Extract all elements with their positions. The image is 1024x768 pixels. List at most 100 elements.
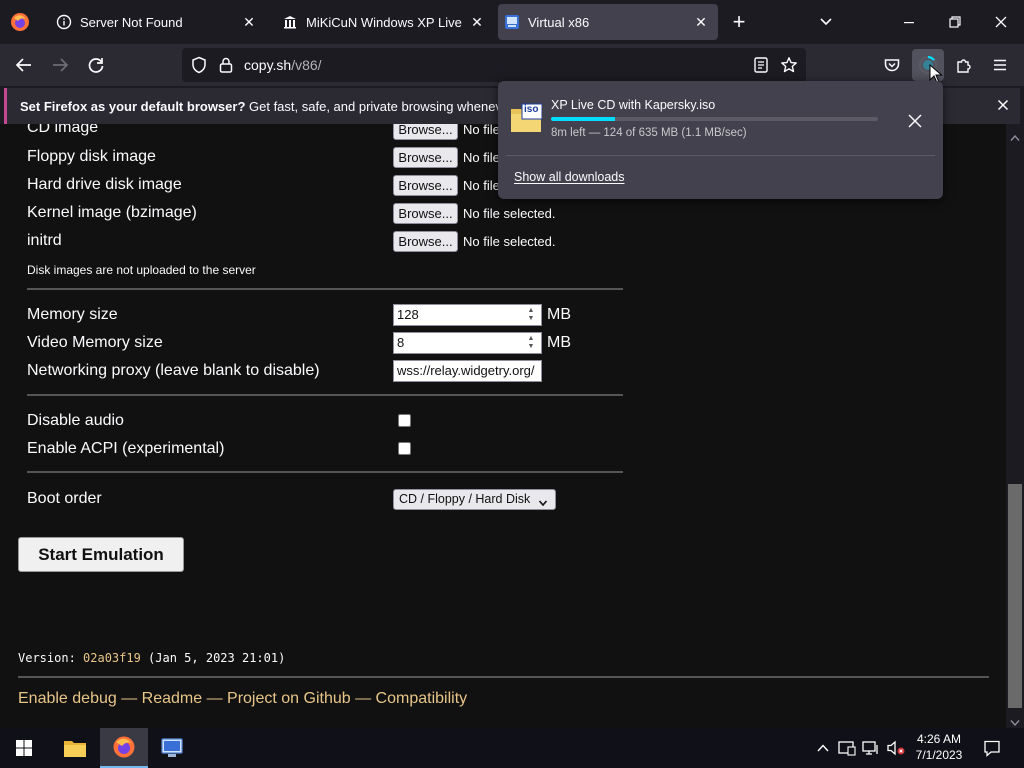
back-button[interactable] [8, 49, 40, 81]
footer-separator: — [350, 690, 376, 707]
memory-unit: MB [547, 306, 571, 323]
reader-view-icon[interactable] [752, 56, 770, 74]
app-menu-button[interactable] [984, 49, 1016, 81]
page-content: CD image Browse... No file Floppy disk i… [0, 124, 1006, 728]
shield-icon[interactable] [190, 56, 208, 74]
compatibility-link[interactable]: Compatibility [376, 690, 468, 707]
network-icon[interactable] [862, 740, 880, 756]
url-text[interactable]: copy.sh/v86/ [244, 57, 322, 73]
chevron-up-icon[interactable] [816, 741, 830, 755]
divider [506, 155, 935, 156]
floppy-status: No file [463, 150, 500, 165]
iso-file-icon: iso [510, 103, 543, 133]
tab-title: Server Not Found [80, 14, 183, 30]
forward-button[interactable] [44, 49, 76, 81]
enable-acpi-checkbox[interactable] [398, 442, 411, 455]
github-link[interactable]: Project on Github [227, 690, 351, 707]
video-memory-value: 8 [397, 335, 405, 350]
boot-order-label: Boot order [27, 490, 102, 507]
tab-title: Virtual x86 [528, 14, 590, 30]
page-scrollbar[interactable] [1006, 124, 1024, 728]
scroll-up-icon[interactable] [1010, 129, 1020, 141]
url-host: copy.sh [244, 57, 292, 73]
taskbar-clock[interactable]: 4:26 AM 7/1/2023 [912, 731, 966, 763]
spinner-icon[interactable]: ▲ ▼ [524, 307, 538, 323]
clock-time: 4:26 AM [916, 732, 962, 746]
hard-drive-image-label: Hard drive disk image [27, 176, 182, 193]
network-proxy-value: wss://relay.widgetry.org/ [397, 363, 535, 378]
network-proxy-input[interactable]: wss://relay.widgetry.org/ [393, 360, 542, 382]
minimize-icon[interactable] [900, 12, 918, 32]
clock-date: 7/1/2023 [915, 748, 963, 762]
iso-badge-label: iso [524, 104, 539, 115]
video-memory-label: Video Memory size [27, 334, 163, 351]
notification-message: Set Firefox as your default browser? Get… [20, 99, 555, 114]
version-hash[interactable]: 02a03f19 [83, 651, 141, 665]
kernel-image-label: Kernel image (bzimage) [27, 204, 197, 221]
scroll-thumb[interactable] [1008, 484, 1022, 708]
cancel-download-icon[interactable] [903, 109, 927, 133]
lock-icon[interactable] [218, 56, 234, 74]
remote-desktop-icon[interactable] [148, 728, 196, 768]
cd-image-browse-button[interactable]: Browse... [393, 124, 458, 140]
firefox-menu-icon[interactable] [10, 12, 30, 32]
spinner-icon[interactable]: ▲ ▼ [524, 335, 538, 351]
divider [27, 394, 623, 396]
show-all-downloads-button[interactable]: Show all downloads [514, 170, 625, 184]
enable-debug-link[interactable]: Enable debug [18, 690, 117, 707]
tab-title: MiKiCuN Windows XP Live CD · [306, 14, 466, 30]
notifications-icon[interactable] [983, 739, 1001, 757]
list-tabs-icon[interactable] [816, 12, 836, 32]
kernel-browse-button[interactable]: Browse... [393, 203, 458, 224]
hard-drive-status: No file [463, 178, 500, 193]
cd-image-label: CD image [27, 124, 99, 136]
pocket-button[interactable] [876, 49, 908, 81]
start-button[interactable] [0, 728, 48, 768]
firefox-taskbar-icon[interactable] [100, 728, 148, 768]
initrd-label: initrd [27, 232, 62, 249]
initrd-browse-button[interactable]: Browse... [393, 231, 458, 252]
windows-taskbar: 4:26 AM 7/1/2023 [0, 728, 1024, 768]
close-window-icon[interactable] [992, 12, 1010, 32]
tab-server-not-found[interactable]: Server Not Found ✕ [44, 4, 266, 40]
scroll-down-icon[interactable] [1010, 714, 1020, 727]
download-file-name[interactable]: XP Live CD with Kapersky.iso [551, 98, 715, 112]
tab-mikicun[interactable]: MiKiCuN Windows XP Live CD · ✕ [272, 4, 494, 40]
new-tab-icon[interactable]: + [728, 11, 750, 34]
reload-button[interactable] [80, 49, 112, 81]
version-date: (Jan 5, 2023 21:01) [140, 651, 286, 665]
v86-icon [504, 14, 520, 30]
footer-separator: — [202, 690, 228, 707]
volume-muted-icon[interactable] [886, 740, 906, 756]
version-info: Version: 02a03f19 (Jan 5, 2023 21:01) [18, 651, 285, 665]
start-emulation-button[interactable]: Start Emulation [18, 537, 184, 572]
boot-order-value: CD / Floppy / Hard Disk [399, 492, 531, 506]
tab-close-icon[interactable]: ✕ [468, 13, 486, 31]
readme-link[interactable]: Readme [142, 690, 202, 707]
memory-size-label: Memory size [27, 306, 118, 323]
download-progress-bar [551, 117, 878, 121]
divider [27, 288, 623, 290]
system-tray-app-icon[interactable] [838, 740, 856, 756]
bookmark-star-icon[interactable] [780, 56, 798, 74]
hard-drive-browse-button[interactable]: Browse... [393, 175, 458, 196]
floppy-browse-button[interactable]: Browse... [393, 147, 458, 168]
url-path: /v86/ [291, 57, 322, 73]
extensions-button[interactable] [948, 49, 980, 81]
tab-close-icon[interactable]: ✕ [240, 13, 258, 31]
divider [18, 676, 989, 678]
restore-icon[interactable] [946, 12, 964, 32]
tab-strip: Server Not Found ✕ MiKiCuN Windows XP Li… [0, 0, 1024, 44]
navigation-toolbar: copy.sh/v86/ [0, 44, 1024, 86]
video-memory-input[interactable]: 8 ▲ ▼ [393, 332, 542, 354]
boot-order-select[interactable]: CD / Floppy / Hard Disk [393, 489, 556, 510]
tab-virtual-x86[interactable]: Virtual x86 ✕ [498, 4, 718, 40]
file-explorer-icon[interactable] [51, 728, 99, 768]
close-notification-icon[interactable] [995, 97, 1011, 113]
footer-separator: — [116, 690, 142, 707]
url-bar[interactable]: copy.sh/v86/ [182, 48, 806, 82]
version-prefix: Version: [18, 651, 84, 665]
disable-audio-checkbox[interactable] [398, 414, 411, 427]
tab-close-icon[interactable]: ✕ [692, 13, 710, 31]
memory-size-input[interactable]: 128 ▲ ▼ [393, 304, 542, 326]
